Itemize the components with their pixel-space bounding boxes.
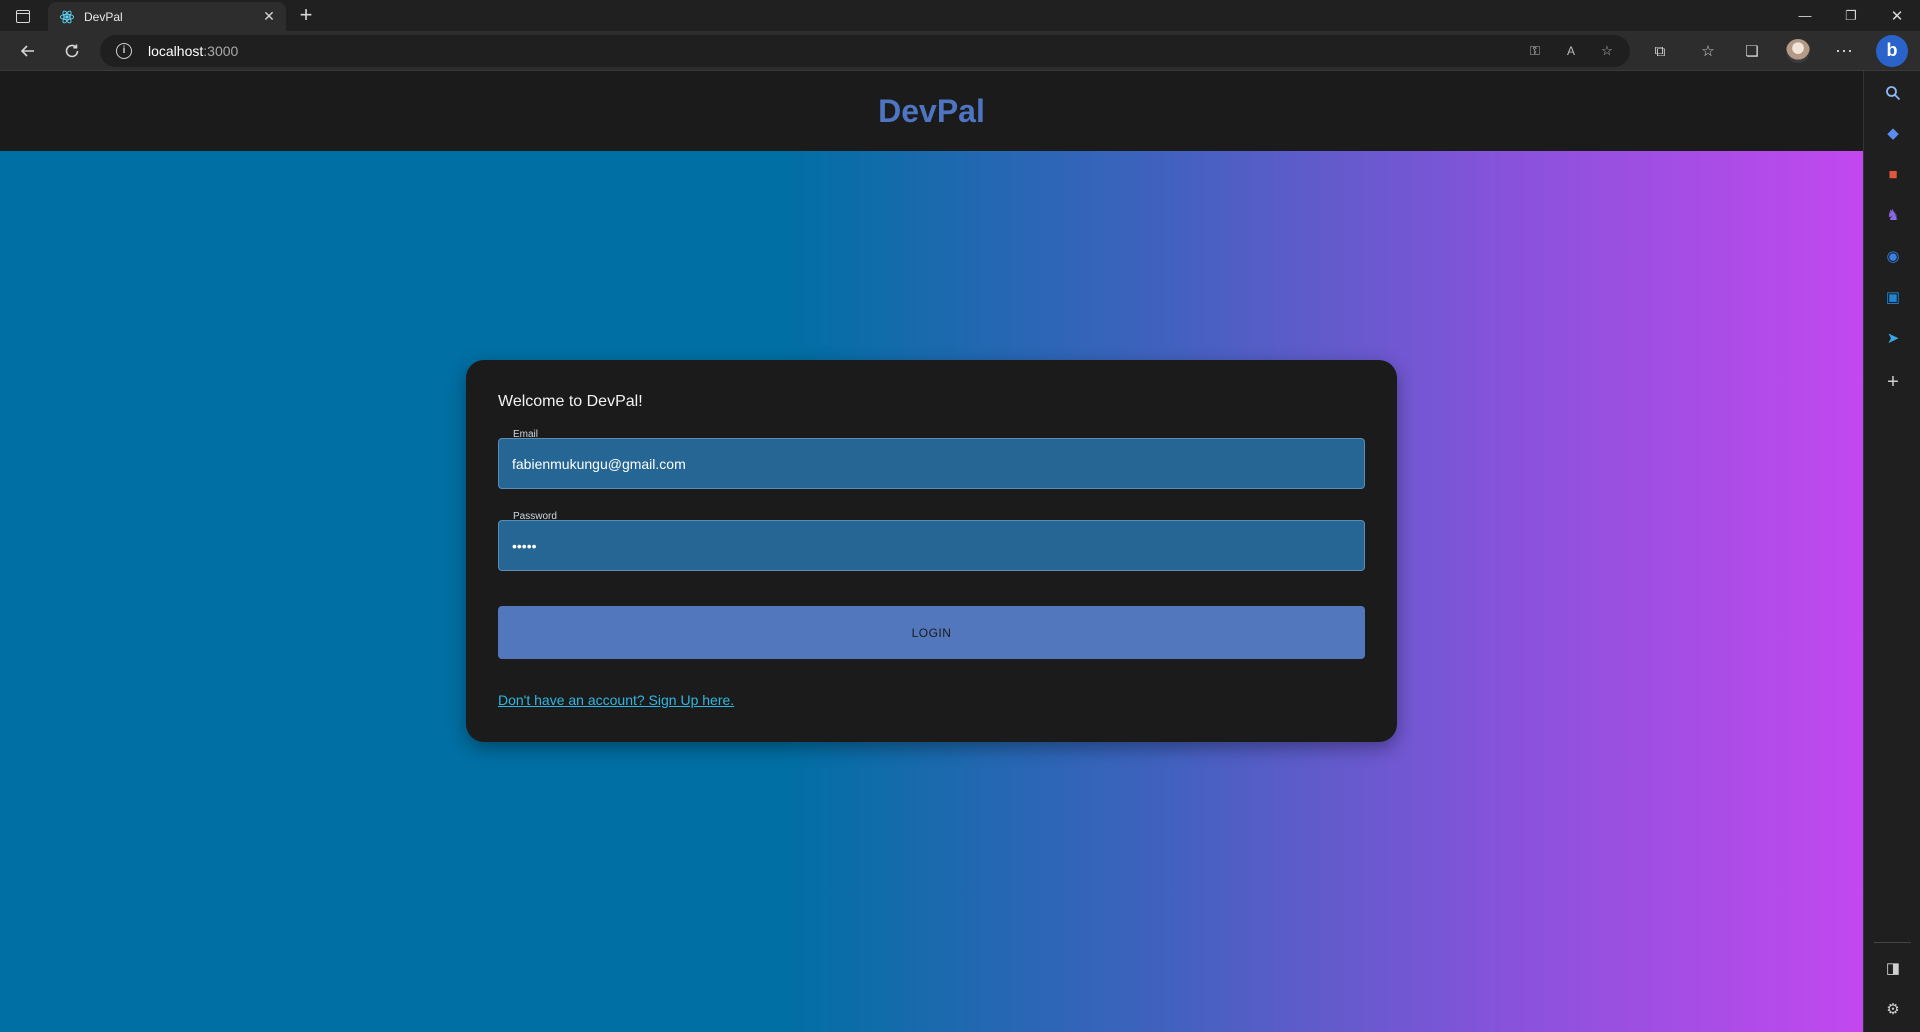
- shopping-tag-icon[interactable]: ◆: [1882, 122, 1904, 144]
- tab-title: DevPal: [84, 10, 123, 24]
- page-viewport: DevPal Welcome to DevPal! Email Password…: [0, 71, 1863, 1032]
- brand-logo-text: DevPal: [878, 92, 985, 129]
- settings-icon[interactable]: ⚙: [1882, 998, 1904, 1020]
- tab-bar: DevPal ✕ + — ❐ ✕: [0, 0, 1920, 31]
- hide-sidebar-icon[interactable]: ◨: [1882, 957, 1904, 979]
- address-bar[interactable]: i localhost:3000 ⚿ A ☆: [100, 35, 1630, 67]
- new-tab-button[interactable]: +: [294, 4, 318, 28]
- tab-actions-button[interactable]: [10, 5, 36, 27]
- bing-chat-icon[interactable]: b: [1876, 35, 1908, 67]
- password-field[interactable]: Password: [498, 511, 1365, 571]
- minimize-button[interactable]: —: [1782, 0, 1828, 31]
- tab-close-icon[interactable]: ✕: [260, 7, 278, 25]
- refresh-icon: [65, 44, 79, 58]
- back-button[interactable]: [14, 37, 42, 65]
- signup-link[interactable]: Don't have an account? Sign Up here.: [498, 692, 734, 708]
- games-icon[interactable]: ♞: [1882, 204, 1904, 226]
- extensions-icon[interactable]: ⧉: [1648, 39, 1672, 63]
- back-arrow-icon: [20, 45, 34, 57]
- url-text[interactable]: localhost:3000: [148, 43, 238, 59]
- site-info-icon[interactable]: i: [116, 43, 132, 59]
- more-options-icon[interactable]: ⋯: [1832, 39, 1856, 63]
- login-card: Welcome to DevPal! Email Password LOGIN …: [466, 360, 1397, 742]
- email-input[interactable]: [499, 439, 1364, 488]
- tools-icon[interactable]: ■: [1882, 163, 1904, 185]
- restore-button[interactable]: ❐: [1828, 0, 1874, 31]
- favorites-icon[interactable]: ☆: [1696, 39, 1720, 63]
- drop-icon[interactable]: ➤: [1882, 327, 1904, 349]
- tab-actions-icon: [16, 9, 30, 23]
- search-icon[interactable]: [1882, 82, 1904, 104]
- email-field[interactable]: Email: [498, 429, 1365, 489]
- add-favorite-icon[interactable]: ☆: [1598, 42, 1616, 60]
- edge-sidebar: ◆ ■ ♞ ◉ ▣ ➤ + ◨ ⚙: [1863, 71, 1920, 1032]
- read-aloud-icon[interactable]: A: [1562, 42, 1580, 60]
- close-window-button[interactable]: ✕: [1874, 0, 1920, 31]
- sidebar-divider: [1874, 942, 1911, 943]
- microsoft-365-icon[interactable]: ◉: [1882, 245, 1904, 267]
- browser-toolbar: i localhost:3000 ⚿ A ☆ ⧉ ☆ ❏ ⋯ b: [0, 31, 1920, 71]
- refresh-button[interactable]: [58, 37, 86, 65]
- browser-tab[interactable]: DevPal ✕: [48, 2, 286, 31]
- profile-avatar[interactable]: [1786, 39, 1810, 63]
- key-icon[interactable]: ⚿: [1526, 42, 1544, 60]
- password-input[interactable]: [499, 521, 1364, 570]
- url-port: :3000: [203, 43, 239, 59]
- login-title: Welcome to DevPal!: [498, 393, 643, 410]
- add-sidebar-app-icon[interactable]: +: [1882, 371, 1904, 393]
- url-host: localhost: [148, 43, 204, 59]
- login-button[interactable]: LOGIN: [498, 606, 1365, 659]
- react-icon: [59, 10, 75, 24]
- collections-icon[interactable]: ❏: [1740, 39, 1764, 63]
- outlook-icon[interactable]: ▣: [1882, 286, 1904, 308]
- app-header: DevPal: [0, 71, 1863, 151]
